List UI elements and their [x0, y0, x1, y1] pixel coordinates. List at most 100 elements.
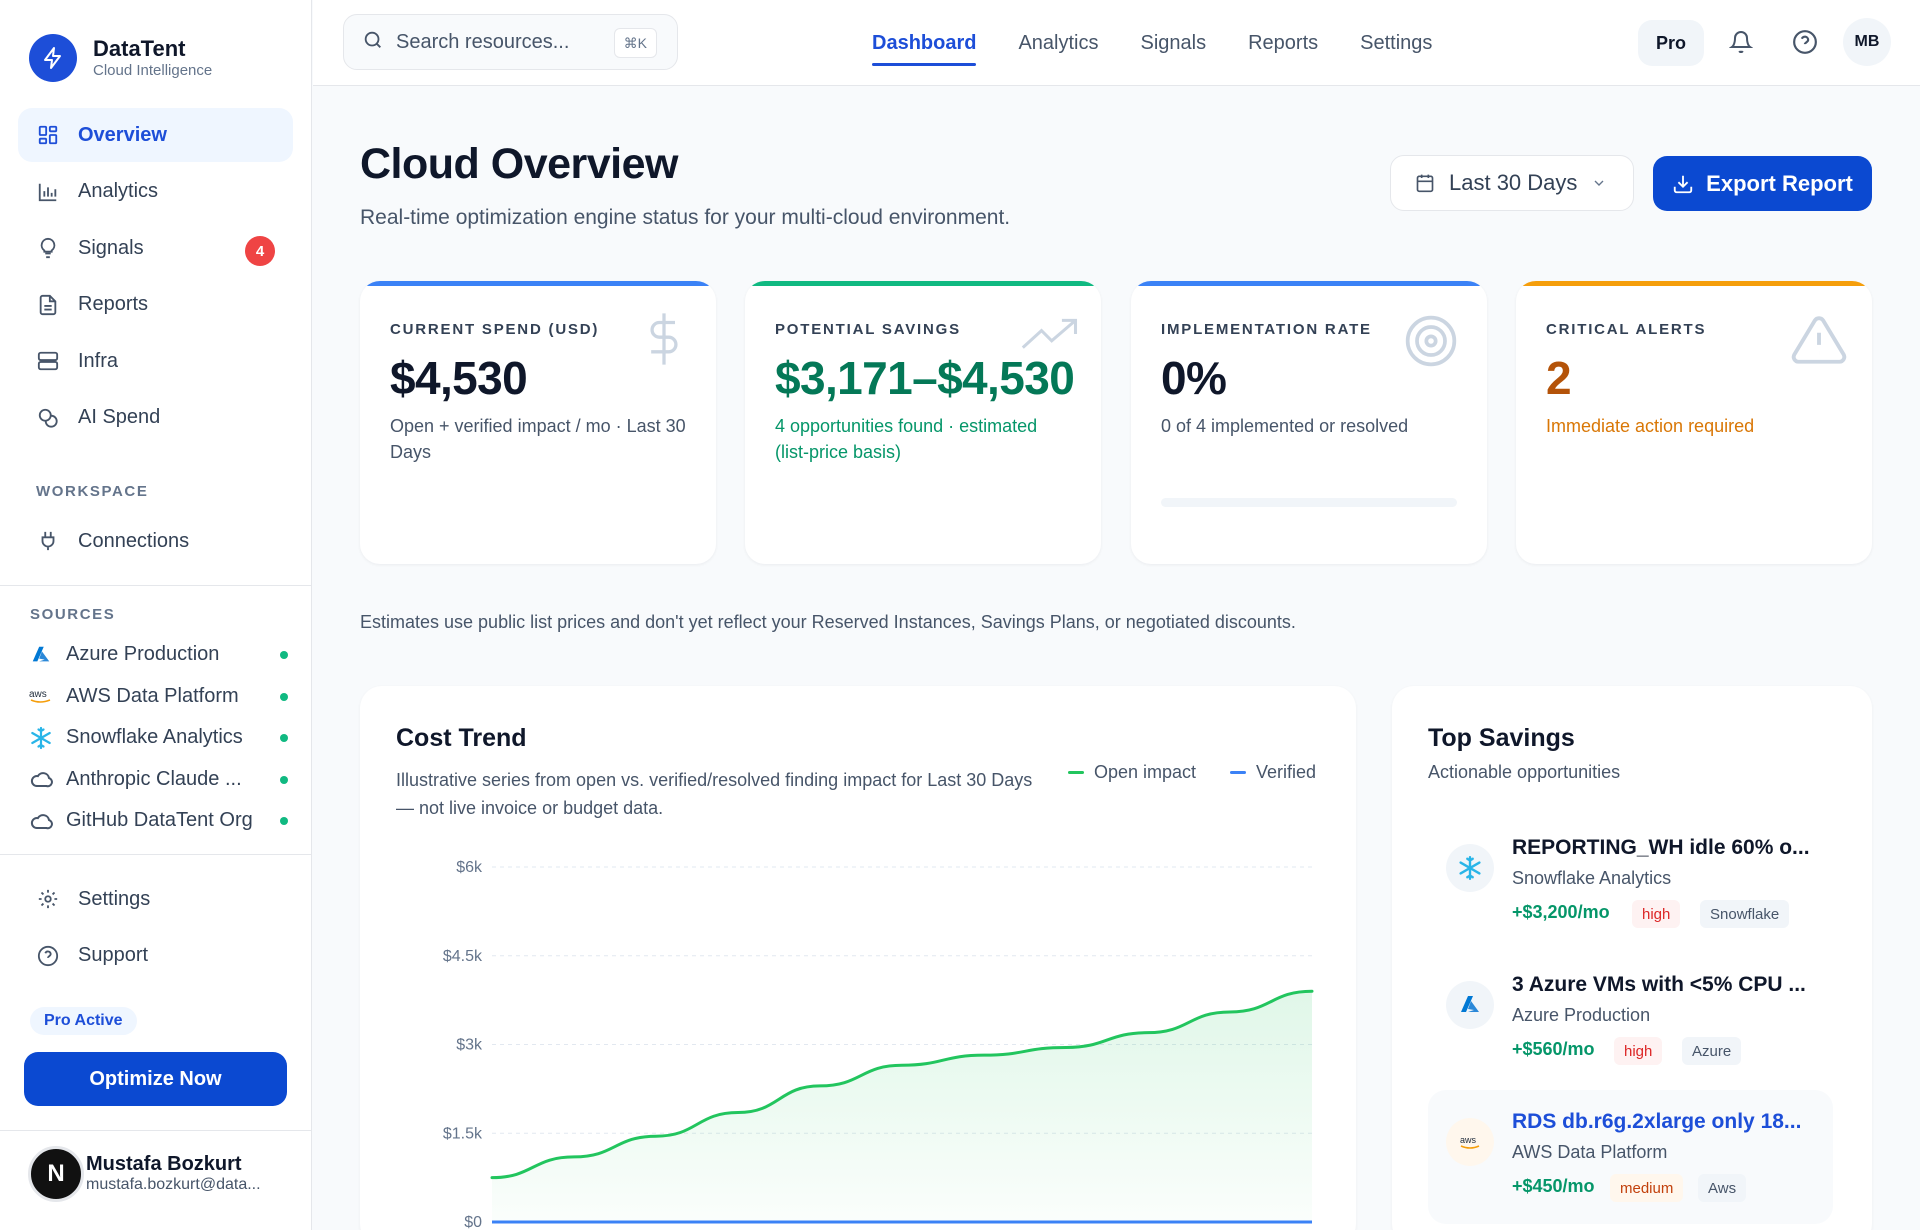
top-bar: Search resources... ⌘K Dashboard Analyti… — [313, 0, 1920, 86]
saving-item[interactable]: REPORTING_WH idle 60% o... Snowflake Ana… — [1428, 816, 1833, 950]
chevron-down-icon — [1591, 175, 1607, 191]
top-nav: Dashboard Analytics Signals Reports Sett… — [872, 0, 1474, 86]
source-label: Azure Production — [66, 643, 220, 666]
cost-trend-chart: $0 $1.5k $3k $4.5k $6k — [443, 859, 1314, 1230]
source-snowflake-analytics[interactable]: Snowflake Analytics — [28, 717, 288, 759]
pro-active-badge: Pro Active — [30, 1007, 137, 1035]
sidebar-item-label: Connections — [78, 529, 190, 552]
tab-signals[interactable]: Signals — [1141, 0, 1207, 86]
sidebar-item-infra[interactable]: Infra — [18, 334, 293, 388]
keyboard-shortcut: ⌘K — [613, 28, 657, 58]
svg-text:aws: aws — [1460, 1135, 1477, 1145]
kpi-description: Open + verified impact / mo · Last 30 Da… — [390, 416, 686, 462]
azure-icon — [28, 642, 54, 668]
source-github-datatent-org[interactable]: GitHub DataTent Org — [28, 800, 288, 842]
brand[interactable]: DataTent Cloud Intelligence — [29, 34, 212, 82]
kpi-value: 2 — [1546, 352, 1572, 404]
saving-title: RDS db.r6g.2xlarge only 18... — [1512, 1110, 1802, 1133]
status-dot — [280, 734, 288, 742]
saving-item[interactable]: aws RDS db.r6g.2xlarge only 18... AWS Da… — [1428, 1090, 1833, 1224]
provider-tag: Snowflake — [1700, 900, 1790, 928]
help-icon — [36, 944, 60, 968]
main-nav: Overview Analytics Signals 4 Reports Inf… — [18, 108, 293, 447]
sidebar-item-analytics[interactable]: Analytics — [18, 165, 293, 219]
saving-title: REPORTING_WH idle 60% o... — [1512, 836, 1810, 859]
user-avatar[interactable]: MB — [1843, 18, 1891, 66]
export-report-button[interactable]: Export Report — [1653, 156, 1872, 211]
tab-reports[interactable]: Reports — [1248, 0, 1318, 86]
top-savings-card: Top Savings Actionable opportunities REP… — [1392, 686, 1872, 1230]
source-label: Anthropic Claude ... — [66, 767, 242, 790]
top-savings-title: Top Savings — [1428, 724, 1575, 752]
source-label: Snowflake Analytics — [66, 726, 243, 749]
kpi-current-spend: CURRENT SPEND (USD) $4,530 Open + verifi… — [360, 281, 716, 564]
signals-count-badge: 4 — [245, 236, 275, 266]
saving-title: 3 Azure VMs with <5% CPU ... — [1512, 973, 1806, 996]
sidebar-item-label: Infra — [78, 349, 119, 372]
kpi-label: CURRENT SPEND (USD) — [390, 321, 600, 338]
kpi-critical-alerts: CRITICAL ALERTS 2 Immediate action requi… — [1516, 281, 1872, 564]
saving-source: Azure Production — [1512, 1005, 1651, 1025]
sidebar-item-label: Reports — [78, 293, 149, 315]
saving-item[interactable]: 3 Azure VMs with <5% CPU ... Azure Produ… — [1428, 953, 1833, 1087]
saving-source: AWS Data Platform — [1512, 1142, 1668, 1162]
bell-icon[interactable] — [1723, 24, 1759, 60]
coins-icon — [36, 406, 60, 430]
search-icon — [362, 29, 384, 56]
y-tick-label: $0 — [464, 1214, 482, 1230]
kpi-implementation-rate: IMPLEMENTATION RATE 0% 0 of 4 implemente… — [1131, 281, 1487, 564]
sidebar-item-label: Settings — [78, 887, 151, 910]
lightning-logo-icon — [29, 34, 77, 82]
source-label: AWS Data Platform — [66, 684, 239, 707]
sidebar-divider — [0, 854, 312, 855]
status-dot — [280, 817, 288, 825]
open-impact-area — [492, 991, 1312, 1222]
search-input[interactable]: Search resources... ⌘K — [343, 14, 678, 70]
optimize-now-button[interactable]: Optimize Now — [24, 1052, 287, 1106]
date-range-select[interactable]: Last 30 Days — [1390, 155, 1634, 211]
user-profile[interactable]: N Mustafa Bozkurt mustafa.bozkurt@data..… — [28, 1146, 261, 1202]
source-aws-data-platform[interactable]: aws AWS Data Platform — [28, 676, 288, 718]
y-tick-label: $1.5k — [443, 1125, 483, 1142]
tab-analytics[interactable]: Analytics — [1018, 0, 1098, 86]
kpi-value: $3,171–$4,530 — [775, 352, 1075, 404]
status-dot — [280, 651, 288, 659]
plan-badge[interactable]: Pro — [1638, 20, 1704, 66]
saving-source: Snowflake Analytics — [1512, 868, 1672, 888]
tab-dashboard[interactable]: Dashboard — [872, 0, 977, 86]
sidebar-item-ai-spend[interactable]: AI Spend — [18, 391, 293, 445]
saving-amount: +$560/mo — [1512, 1039, 1595, 1059]
help-icon[interactable] — [1787, 24, 1823, 60]
severity-tag: high — [1632, 900, 1681, 928]
source-azure-production[interactable]: Azure Production — [28, 634, 288, 676]
sidebar-item-signals[interactable]: Signals 4 — [18, 221, 293, 275]
provider-tag: Azure — [1682, 1037, 1742, 1065]
kpi-label: CRITICAL ALERTS — [1546, 321, 1707, 338]
cost-trend-card: Cost Trend Illustrative series from open… — [360, 686, 1356, 1230]
source-label: GitHub DataTent Org — [66, 809, 253, 832]
tab-settings[interactable]: Settings — [1360, 0, 1432, 86]
bottom-nav: Settings Support — [18, 872, 293, 985]
dollar-icon — [642, 311, 686, 372]
aws-icon: aws — [1446, 1118, 1494, 1166]
source-anthropic-claude[interactable]: Anthropic Claude ... — [28, 759, 288, 801]
severity-tag: medium — [1610, 1174, 1684, 1202]
warning-icon — [1790, 313, 1848, 372]
brand-tagline: Cloud Intelligence — [93, 62, 213, 79]
snowflake-icon — [1446, 844, 1494, 892]
sidebar-item-support[interactable]: Support — [18, 929, 293, 983]
avatar: N — [28, 1146, 84, 1202]
kpi-description: 4 opportunities found · estimated (list-… — [775, 416, 1038, 462]
sidebar-item-overview[interactable]: Overview — [18, 108, 293, 162]
target-icon — [1403, 313, 1459, 374]
cloud-icon — [28, 766, 54, 792]
server-icon — [36, 349, 60, 373]
bar-chart-icon — [36, 180, 60, 204]
user-email: mustafa.bozkurt@data... — [86, 1176, 261, 1193]
sidebar-item-connections[interactable]: Connections — [18, 514, 293, 568]
sidebar-item-reports[interactable]: Reports — [18, 278, 293, 332]
aws-icon: aws — [28, 683, 54, 709]
gear-icon — [36, 887, 60, 911]
sidebar-item-settings[interactable]: Settings — [18, 872, 293, 926]
kpi-description: 0 of 4 implemented or resolved — [1161, 416, 1409, 436]
